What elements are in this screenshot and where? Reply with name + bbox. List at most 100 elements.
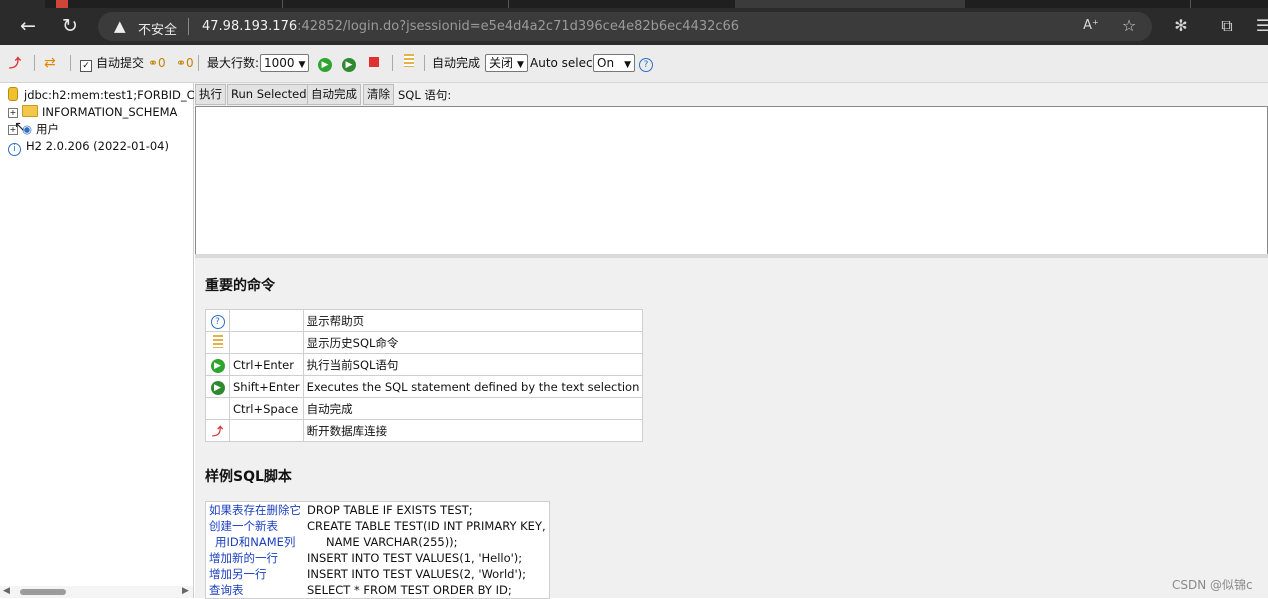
browser-tab[interactable] — [0, 0, 45, 8]
table-row: 显示历史SQL命令 — [205, 331, 644, 354]
run-selected-icon[interactable]: ▶ — [342, 53, 356, 73]
table-row: ▶ Shift+Enter Executes the SQL statement… — [205, 375, 644, 398]
command-desc: 自动完成 — [302, 397, 644, 420]
run-icon[interactable]: ▶ — [318, 53, 332, 73]
commands-table: ? 显示帮助页 显示历史SQL命令 ▶ Ctrl+Enter 执行当前SQL语句… — [205, 309, 644, 442]
disconnect-icon[interactable]: ⤴ — [205, 419, 230, 442]
table-row: 增加另一行 INSERT INTO TEST VALUES(2, 'World'… — [206, 566, 550, 582]
url-text[interactable]: 47.98.193.176:42852/login.do?jsessionid=… — [202, 19, 739, 34]
watermark: CSDN @似锦c — [1172, 578, 1253, 592]
warning-icon[interactable]: ▲ — [114, 17, 126, 35]
sql-label: SQL 语句: — [398, 88, 452, 102]
reload-icon[interactable]: ↻ — [58, 14, 82, 38]
shortcut-cell: Ctrl+Enter — [229, 353, 304, 376]
autocomplete-label: 自动完成 — [432, 56, 481, 70]
clear-button[interactable]: 清除 — [363, 84, 394, 105]
autocommit-checkbox[interactable]: ✓ — [80, 60, 92, 72]
stop-icon[interactable] — [369, 53, 379, 73]
favorite-star-icon[interactable]: ☆ — [1116, 14, 1142, 38]
scrollbar-thumb[interactable] — [20, 589, 66, 595]
execute-button[interactable]: 执行 — [195, 84, 226, 105]
table-row: Ctrl+Space 自动完成 — [205, 397, 644, 420]
empty-icon-cell — [205, 397, 230, 420]
history-icon[interactable] — [205, 331, 230, 354]
run-selected-icon[interactable]: ▶ — [205, 375, 230, 398]
autocomplete-button[interactable]: 自动完成 — [307, 84, 361, 105]
table-row: ⤴ 断开数据库连接 — [205, 419, 644, 442]
sample-link[interactable]: 如果表存在删除它 — [206, 502, 305, 519]
disconnect-icon[interactable]: ⤴ — [9, 53, 21, 73]
help-icon[interactable]: ? — [205, 309, 230, 332]
collections-icon[interactable]: ⧉ — [1214, 14, 1240, 38]
shortcut-cell: Ctrl+Space — [229, 397, 304, 420]
tree-horizontal-scrollbar[interactable]: ◀ ▶ — [0, 586, 193, 598]
samples-table: 如果表存在删除它 DROP TABLE IF EXISTS TEST; 创建一个… — [205, 501, 550, 599]
table-row: 增加新的一行 INSERT INTO TEST VALUES(1, 'Hello… — [206, 550, 550, 566]
tree-item-label: INFORMATION_SCHEMA — [42, 105, 178, 119]
shortcut-cell — [229, 419, 304, 442]
url-separator — [188, 18, 189, 35]
tab-divider — [508, 0, 509, 8]
sample-sql: CREATE TABLE TEST(ID INT PRIMARY KEY, — [307, 519, 546, 533]
refresh-icon[interactable]: ⇄ — [44, 53, 56, 73]
table-row: 创建一个新表 CREATE TABLE TEST(ID INT PRIMARY … — [206, 518, 550, 534]
sample-sql: INSERT INTO TEST VALUES(1, 'Hello'); — [307, 551, 523, 565]
table-row: 如果表存在删除它 DROP TABLE IF EXISTS TEST; — [206, 502, 550, 519]
tree-connection-label: jdbc:h2:mem:test1;FORBID_CRE — [24, 88, 210, 102]
max-rows-label: 最大行数: — [207, 56, 260, 70]
table-row: ▶ Ctrl+Enter 执行当前SQL语句 — [205, 353, 644, 376]
sample-link[interactable]: 查询表 — [206, 582, 305, 599]
browser-tab-favicon[interactable] — [56, 0, 68, 8]
sample-link[interactable]: 增加新的一行 — [206, 550, 305, 566]
max-rows-select[interactable]: 1000 ▼ — [260, 53, 310, 73]
sample-sql: SELECT * FROM TEST ORDER BY ID; — [307, 583, 512, 597]
commit-icon[interactable]: ⚭0 — [176, 53, 194, 73]
autocomplete-select[interactable]: 关闭 ▼ — [485, 53, 528, 73]
sample-sql: NAME VARCHAR(255)); — [326, 535, 458, 549]
sample-link[interactable]: 用ID和NAME列 — [206, 534, 305, 550]
scroll-right-icon[interactable]: ▶ — [182, 586, 189, 596]
table-row: 用ID和NAME列 NAME VARCHAR(255)); — [206, 534, 550, 550]
command-desc: 断开数据库连接 — [302, 419, 644, 442]
tab-divider — [282, 0, 283, 8]
security-label[interactable]: 不安全 — [138, 19, 177, 38]
run-icon[interactable]: ▶ — [205, 353, 230, 376]
expand-icon[interactable]: + — [8, 108, 18, 118]
sample-link[interactable]: 增加另一行 — [206, 566, 305, 582]
folder-icon — [22, 105, 38, 117]
run-selected-button[interactable]: Run Selected — [227, 84, 311, 105]
toolbar-divider — [392, 55, 393, 71]
url-path: :42852/login.do?jsessionid=e5e4d4a2c71d3… — [297, 19, 740, 34]
tree-version: i H2 2.0.206 (2022-01-04) — [8, 138, 169, 156]
auto-select-select[interactable]: On ▼ — [593, 53, 635, 73]
help-icon[interactable]: ? — [639, 53, 653, 73]
sample-sql: INSERT INTO TEST VALUES(2, 'World'); — [307, 567, 526, 581]
tree-item-label: 用户 — [36, 122, 60, 136]
chevron-down-icon: ▼ — [624, 60, 631, 70]
extensions-icon[interactable]: ✻ — [1168, 14, 1194, 38]
scroll-left-icon[interactable]: ◀ — [3, 586, 10, 596]
shortcut-cell — [229, 331, 304, 354]
back-icon[interactable]: ← — [16, 14, 40, 38]
table-row: ? 显示帮助页 — [205, 309, 644, 332]
sample-link[interactable]: 创建一个新表 — [206, 518, 305, 534]
auto-select-value: On — [597, 56, 615, 70]
shortcut-cell — [229, 309, 304, 332]
toolbar-divider — [424, 55, 425, 71]
history-icon[interactable] — [404, 53, 414, 73]
sql-editor[interactable] — [195, 106, 1268, 255]
command-desc: Executes the SQL statement defined by th… — [302, 375, 644, 398]
commands-title: 重要的命令 — [205, 278, 275, 294]
url-input[interactable]: ▲ 不安全 47.98.193.176:42852/login.do?jsess… — [98, 12, 1152, 41]
chevron-down-icon: ▼ — [298, 60, 306, 70]
rollback-icon[interactable]: ⚭0 — [148, 53, 166, 73]
tree-connection[interactable]: jdbc:h2:mem:test1;FORBID_CRE — [8, 87, 210, 103]
read-aloud-icon[interactable]: A⁺ — [1078, 14, 1104, 38]
result-panel: 重要的命令 ? 显示帮助页 显示历史SQL命令 ▶ Ctrl+Enter 执行当… — [195, 258, 1268, 599]
toolbar-divider — [198, 55, 199, 71]
browser-tab-active[interactable] — [735, 0, 965, 8]
autocommit-toggle[interactable]: ✓ 自动提交 — [80, 53, 144, 73]
toolbar-divider — [70, 55, 71, 71]
favorites-bar-icon[interactable]: ☰ — [1250, 14, 1268, 38]
tree-item-information-schema[interactable]: + INFORMATION_SCHEMA — [8, 104, 177, 120]
